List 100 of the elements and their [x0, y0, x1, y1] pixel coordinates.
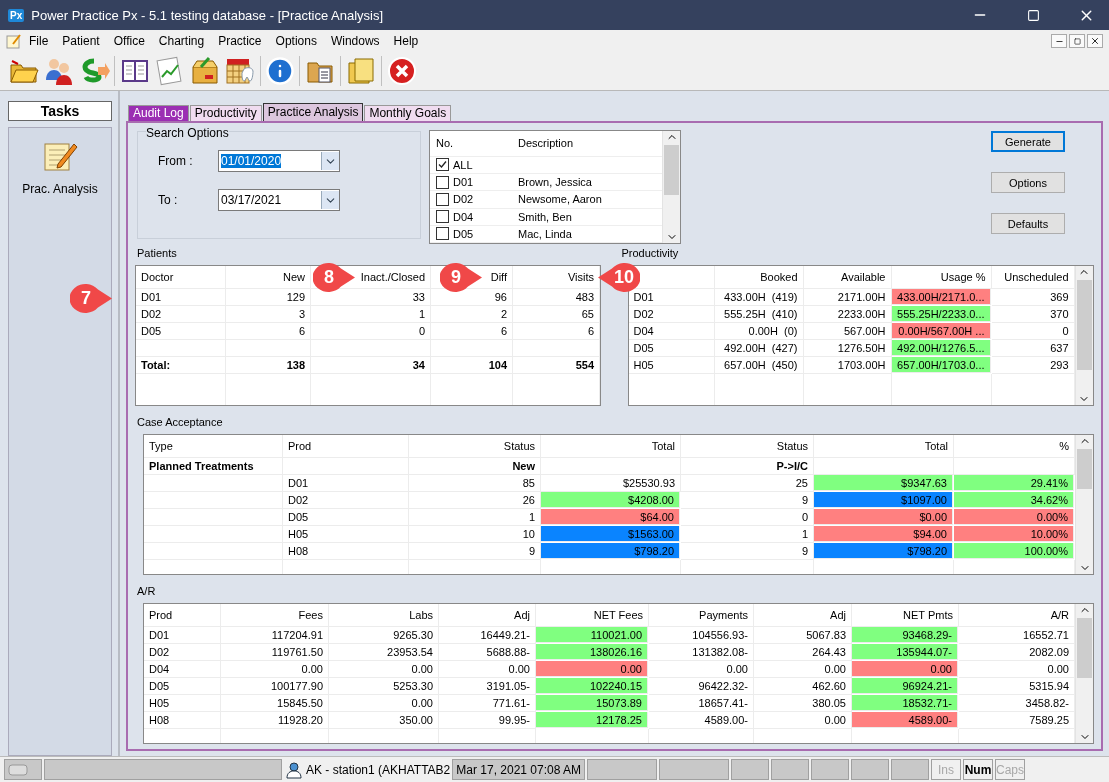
task-item[interactable]: Prac. Analysis — [22, 182, 98, 196]
section-title: Patients — [137, 247, 177, 259]
table-cell: 3 — [226, 306, 311, 323]
column-header[interactable]: Prod — [144, 604, 221, 627]
menu-item[interactable]: Charting — [151, 34, 212, 48]
table-cell: 65 — [513, 306, 600, 323]
table-cell: $798.20 — [541, 543, 680, 559]
column-header[interactable]: Total — [541, 435, 681, 458]
scroll-thumb[interactable] — [1077, 618, 1092, 678]
tab[interactable]: Monthly Goals — [364, 105, 452, 121]
doctor-code: D04 — [453, 210, 474, 223]
table-cell: $94.00 — [814, 526, 953, 542]
folders-icon[interactable] — [345, 55, 377, 87]
table-cell: 0.00 — [329, 695, 439, 712]
column-header[interactable]: No. — [430, 137, 512, 150]
scrollbar[interactable] — [662, 131, 680, 243]
tab[interactable]: Productivity — [189, 105, 262, 121]
checkbox[interactable] — [436, 227, 449, 241]
tab[interactable]: Audit Log — [128, 105, 189, 121]
table-cell: D01 — [144, 627, 221, 644]
action-button[interactable]: Defaults — [991, 213, 1065, 234]
column-header[interactable]: Doctor — [136, 266, 226, 289]
menu-item[interactable]: Practice — [211, 34, 269, 48]
table-cell: D01 — [283, 475, 409, 492]
scrollbar[interactable] — [1075, 604, 1093, 743]
info-icon[interactable] — [265, 56, 295, 86]
key-indicator: Num — [963, 759, 994, 780]
column-header[interactable]: Total — [814, 435, 954, 458]
column-header[interactable]: Adj — [754, 604, 852, 627]
table-cell: 129 — [226, 289, 311, 306]
table-cell: 96924.21- — [852, 678, 958, 694]
total-cell: 554 — [513, 357, 600, 374]
column-header[interactable]: Booked — [714, 266, 804, 289]
column-header[interactable]: Unscheduled — [991, 266, 1075, 289]
status-panel — [587, 759, 658, 780]
group-title: Search Options — [146, 126, 229, 140]
status-datetime: Mar 17, 2021 07:08 AM — [452, 759, 586, 780]
date-field[interactable]: 01/01/2020 — [218, 150, 340, 172]
scroll-thumb[interactable] — [664, 145, 679, 195]
column-header[interactable]: Description — [512, 137, 662, 150]
menu-item[interactable]: Options — [268, 34, 324, 48]
action-button[interactable]: Options — [991, 172, 1065, 193]
checkbox[interactable] — [436, 175, 449, 189]
checkbox[interactable] — [436, 158, 449, 172]
table-cell: 657.00H/1703.0... — [891, 357, 991, 373]
status-panel — [811, 759, 850, 780]
menu-item[interactable]: File — [22, 34, 56, 48]
column-header[interactable]: New — [226, 266, 311, 289]
field-label: To : — [157, 193, 179, 207]
restore-icon[interactable] — [1073, 37, 1081, 45]
notepad-icon[interactable] — [6, 33, 22, 49]
menu-item[interactable]: Help — [386, 34, 426, 48]
scroll-thumb[interactable] — [1076, 280, 1092, 370]
column-header[interactable]: Visits — [513, 266, 600, 289]
column-header[interactable]: Adj — [439, 604, 536, 627]
maximize-icon[interactable] — [1026, 8, 1040, 22]
table-cell: 4589.00- — [649, 712, 754, 729]
column-header[interactable]: Status — [681, 435, 814, 458]
table-cell: 370 — [991, 306, 1075, 323]
key-indicator: Ins — [931, 759, 962, 780]
column-header[interactable]: Prod — [283, 435, 409, 458]
table-cell: 0.00H/567.00H ... — [891, 323, 991, 339]
menu-item[interactable]: Windows — [323, 34, 387, 48]
table-cell: 85 — [409, 475, 541, 492]
table-cell: 96422.32- — [649, 678, 754, 695]
table-cell: H05 — [628, 357, 715, 374]
group-status: P->I/C — [681, 458, 814, 475]
tab[interactable]: Practice Analysis — [262, 103, 364, 121]
table-cell: D04 — [144, 661, 221, 678]
scroll-thumb[interactable] — [1077, 449, 1092, 489]
column-header[interactable]: Fees — [221, 604, 329, 627]
table-cell: D02 — [136, 306, 226, 323]
date-field[interactable]: 03/17/2021 — [218, 189, 340, 211]
checkbox[interactable] — [436, 210, 449, 224]
menu-item[interactable]: Office — [106, 34, 152, 48]
callout-marker: 7 — [70, 284, 112, 313]
menu-item[interactable]: Patient — [55, 34, 107, 48]
callout-marker: 10 — [598, 263, 640, 292]
package-icon[interactable] — [189, 55, 221, 87]
column-header[interactable]: Labs — [329, 604, 439, 627]
scrollbar[interactable] — [1075, 435, 1093, 574]
table-cell: 433.00H (419) — [714, 289, 804, 306]
table-cell: 135944.07- — [852, 644, 958, 660]
check-icon — [438, 160, 447, 170]
checkbox[interactable] — [436, 192, 449, 206]
doctor-name: Smith, Ben — [518, 210, 572, 223]
column-header[interactable]: Available — [803, 266, 892, 289]
table-cell: 6 — [431, 323, 513, 340]
column-header[interactable]: Type — [144, 435, 283, 458]
table-cell: D05 — [283, 509, 409, 526]
table-cell: 131382.08- — [649, 644, 754, 661]
table-cell: 0 — [311, 323, 431, 340]
action-button[interactable]: Generate — [991, 131, 1065, 152]
table-cell: $4208.00 — [541, 492, 680, 508]
table-cell: D01 — [136, 289, 226, 306]
table-cell: 483 — [513, 289, 600, 306]
column-header[interactable]: Status — [409, 435, 541, 458]
table-cell: 1 — [409, 509, 541, 526]
column-header[interactable]: Payments — [649, 604, 754, 627]
table-cell: $64.00 — [541, 509, 680, 525]
